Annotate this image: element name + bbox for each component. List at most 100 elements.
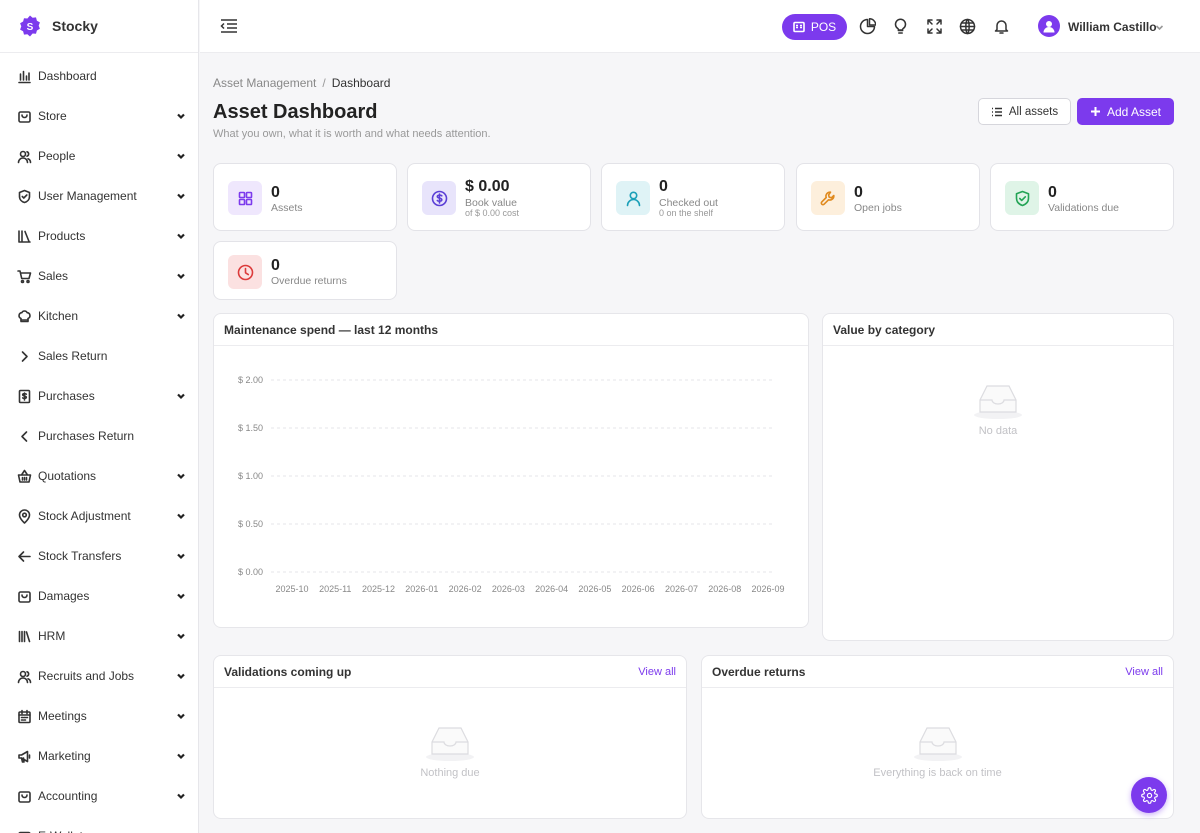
sidebar-item-marketing[interactable]: Marketing <box>0 736 198 776</box>
sidebar-item-store[interactable]: Store <box>0 96 198 136</box>
chevron-down-icon[interactable] <box>176 671 186 681</box>
user-name[interactable]: William Castillo <box>1068 20 1157 34</box>
cart-icon <box>17 269 32 284</box>
sidebar-item-products[interactable]: Products <box>0 216 198 256</box>
chevron-down-icon[interactable] <box>176 591 186 601</box>
lightbulb-icon[interactable] <box>892 18 909 35</box>
sidebar-item-label: Quotations <box>38 469 97 483</box>
all-assets-button[interactable]: All assets <box>978 98 1071 125</box>
sidebar-item-label: Stock Adjustment <box>38 509 131 523</box>
pos-label: POS <box>810 20 837 34</box>
chevron-down-icon[interactable] <box>176 631 186 641</box>
chevron-down-icon[interactable] <box>176 271 186 281</box>
panel-header: Overdue returns View all <box>702 656 1173 688</box>
settings-fab-button[interactable] <box>1131 777 1167 813</box>
chevron-down-icon[interactable] <box>1155 23 1164 32</box>
empty-state: Nothing due <box>214 722 686 779</box>
stat-card-book-value[interactable]: $ 0.00 Book value of $ 0.00 cost <box>407 163 591 231</box>
sidebar-item-stock-transfers[interactable]: Stock Transfers <box>0 536 198 576</box>
chevron-down-icon[interactable] <box>176 471 186 481</box>
menu-toggle-icon[interactable] <box>220 18 238 34</box>
sidebar-item-accounting[interactable]: Accounting <box>0 776 198 816</box>
pie-chart-icon[interactable] <box>859 18 876 35</box>
x-tick-label: 2026-03 <box>492 584 525 594</box>
bell-icon[interactable] <box>993 18 1010 35</box>
brand[interactable]: S Stocky <box>0 0 198 53</box>
library-icon <box>17 629 32 644</box>
sidebar-item-dashboard[interactable]: Dashboard <box>0 56 198 96</box>
chevron-down-icon[interactable] <box>176 391 186 401</box>
add-asset-button[interactable]: Add Asset <box>1077 98 1174 125</box>
user-avatar[interactable] <box>1038 15 1060 37</box>
overdue-view-all-link[interactable]: View all <box>1125 666 1163 678</box>
calendar-icon <box>17 709 32 724</box>
chevron-down-icon[interactable] <box>176 791 186 801</box>
sidebar-item-label: User Management <box>38 189 137 203</box>
no-data-text: No data <box>978 425 1018 437</box>
chevron-down-icon[interactable] <box>176 511 186 521</box>
list-icon <box>991 106 1003 118</box>
topbar: POS 20 William Castillo <box>200 0 1200 53</box>
sidebar-item-label: Purchases Return <box>38 429 135 443</box>
maintenance-spend-title: Maintenance spend — last 12 months <box>224 322 439 337</box>
stat-value: $ 0.00 <box>465 178 510 195</box>
x-tick-label: 2026-06 <box>622 584 655 594</box>
sidebar-item-people[interactable]: People <box>0 136 198 176</box>
gear-icon <box>1140 786 1158 804</box>
sidebar-item-purchases[interactable]: Purchases <box>0 376 198 416</box>
maintenance-spend-chart: $ 0.00 $ 0.50 $ 1.00 $ 1.50 $ 2.00 2025-10 202… <box>238 375 785 594</box>
sidebar-item-kitchen[interactable]: Kitchen <box>0 296 198 336</box>
empty-inbox-icon <box>823 380 1173 420</box>
sidebar-item-sales-return[interactable]: Sales Return <box>0 336 198 376</box>
y-tick-label: $ 2.00 <box>238 375 263 385</box>
sidebar-item-label: Marketing <box>38 749 91 763</box>
stat-card-assets[interactable]: 0 Assets <box>213 163 397 231</box>
overdue-returns-title: Overdue returns <box>712 664 806 679</box>
x-tick-label: 2026-04 <box>535 584 568 594</box>
panel-header: Maintenance spend — last 12 months <box>214 314 808 346</box>
sidebar-item-quotations[interactable]: Quotations <box>0 456 198 496</box>
stat-card-validations-due[interactable]: 0 Validations due <box>990 163 1174 231</box>
sidebar-item-purchases-return[interactable]: Purchases Return <box>0 416 198 456</box>
shield-check-icon <box>1005 181 1039 215</box>
x-tick-label: 2025-10 <box>275 584 308 594</box>
chevron-down-icon[interactable] <box>176 151 186 161</box>
stat-value: 0 <box>271 184 280 201</box>
bar-chart-icon <box>17 69 32 84</box>
sidebar-item-damages[interactable]: Damages <box>0 576 198 616</box>
x-tick-label: 2026-09 <box>751 584 784 594</box>
chef-hat-icon <box>17 309 32 324</box>
sidebar-item-e-wallet[interactable]: E-Wallet <box>0 816 198 833</box>
sidebar-item-label: Stock Transfers <box>38 549 122 563</box>
sidebar-item-label: Sales <box>38 269 69 283</box>
x-tick-label: 2026-07 <box>665 584 698 594</box>
ledger-icon <box>17 789 32 804</box>
stat-card-checked-out[interactable]: 0 Checked out 0 on the shelf <box>601 163 785 231</box>
chevron-down-icon[interactable] <box>176 191 186 201</box>
sidebar-item-label: Kitchen <box>38 309 79 323</box>
all-assets-label: All assets <box>1008 105 1059 118</box>
sidebar-item-user-management[interactable]: User Management <box>0 176 198 216</box>
value-by-category-title: Value by category <box>833 322 936 337</box>
brand-name: Stocky <box>52 18 98 34</box>
sidebar-item-sales[interactable]: Sales <box>0 256 198 296</box>
chevron-down-icon[interactable] <box>176 111 186 121</box>
globe-icon[interactable] <box>959 18 976 35</box>
sidebar-item-recruits-and-jobs[interactable]: Recruits and Jobs <box>0 656 198 696</box>
fullscreen-icon[interactable] <box>926 18 943 35</box>
chevron-down-icon[interactable] <box>176 311 186 321</box>
stat-card-open-jobs[interactable]: 0 Open jobs <box>796 163 980 231</box>
breadcrumb-parent[interactable]: Asset Management <box>213 76 316 90</box>
empty-inbox-icon <box>702 722 1173 762</box>
stocky-logo-icon: S <box>18 14 42 38</box>
chevron-down-icon[interactable] <box>176 551 186 561</box>
stat-card-overdue-returns[interactable]: 0 Overdue returns <box>213 241 397 300</box>
validations-view-all-link[interactable]: View all <box>638 666 676 678</box>
chevron-down-icon[interactable] <box>176 231 186 241</box>
sidebar-item-stock-adjustment[interactable]: Stock Adjustment <box>0 496 198 536</box>
sidebar-item-meetings[interactable]: Meetings <box>0 696 198 736</box>
pos-button[interactable]: POS <box>782 14 847 40</box>
chevron-down-icon[interactable] <box>176 711 186 721</box>
chevron-down-icon[interactable] <box>176 751 186 761</box>
sidebar-item-hrm[interactable]: HRM <box>0 616 198 656</box>
